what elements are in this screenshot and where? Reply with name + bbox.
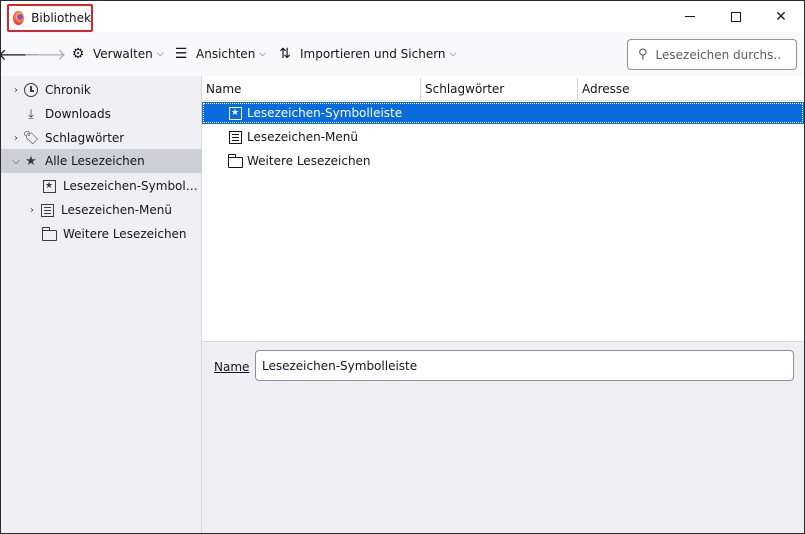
sidebar-item-label: Weitere Lesezeichen xyxy=(63,227,187,241)
views-menu-button[interactable]: ☰ Ansichten ⌵ xyxy=(172,43,266,65)
chevron-right-icon[interactable]: › xyxy=(25,205,39,216)
sidebar-item-label: Alle Lesezeichen xyxy=(45,154,145,168)
sidebar-item-bookmarks-menu[interactable]: › Lesezeichen-Menü xyxy=(1,198,202,222)
table-row[interactable]: Lesezeichen-Menü xyxy=(202,126,804,148)
bookmark-list: Name Schlagwörter Adresse ★ Lesezeichen-… xyxy=(202,76,804,341)
name-field[interactable] xyxy=(255,350,794,381)
details-pane: Name xyxy=(202,341,804,533)
search-icon: ⚲ xyxy=(638,47,648,62)
minimize-icon xyxy=(685,16,695,17)
sidebar-item-all-bookmarks[interactable]: ⌵ ★ Alle Lesezeichen xyxy=(1,149,202,173)
sidebar-item-bookmarks-toolbar[interactable]: ★ Lesezeichen-Symbolleiste xyxy=(1,174,202,198)
chevron-down-icon: ⌵ xyxy=(156,49,164,59)
row-name: Weitere Lesezeichen xyxy=(247,154,371,168)
sidebar-item-label: Lesezeichen-Menü xyxy=(61,203,172,217)
arrow-right-icon: 🡒 xyxy=(23,45,67,64)
star-icon: ★ xyxy=(25,153,37,169)
minimize-button[interactable] xyxy=(667,1,713,32)
tag-icon: 🏷 xyxy=(22,130,40,146)
search-input[interactable] xyxy=(655,47,781,62)
chevron-down-icon: ⌵ xyxy=(259,49,267,59)
bookmark-menu-icon xyxy=(39,202,55,218)
manage-label: Verwalten xyxy=(93,47,153,61)
bookmark-toolbar-icon: ★ xyxy=(41,178,57,194)
window-title: Bibliothek xyxy=(31,11,91,25)
name-field-label: Name xyxy=(214,360,249,374)
sidebar-item-tags[interactable]: › 🏷 Schlagwörter xyxy=(1,126,202,150)
chevron-right-icon[interactable]: › xyxy=(9,85,23,96)
sidebar-item-label: Chronik xyxy=(45,83,91,97)
views-label: Ansichten xyxy=(196,47,256,61)
sidebar-item-label: Schlagwörter xyxy=(45,131,125,145)
close-button[interactable]: ✕ xyxy=(758,1,804,32)
column-header-tags[interactable]: Schlagwörter xyxy=(421,78,578,100)
window-title-highlight: Bibliothek xyxy=(7,4,93,32)
row-name: Lesezeichen-Symbolleiste xyxy=(247,106,403,120)
gear-icon: ⚙ xyxy=(71,46,85,62)
name-label-text: Name xyxy=(214,360,250,374)
close-icon: ✕ xyxy=(775,8,787,25)
bookmark-menu-icon xyxy=(227,129,243,145)
bookmark-search-box[interactable]: ⚲ xyxy=(627,39,797,70)
folder-icon xyxy=(41,226,57,242)
row-name: Lesezeichen-Menü xyxy=(247,130,358,144)
table-row[interactable]: ★ Lesezeichen-Symbolleiste xyxy=(202,102,804,124)
sidebar-item-label: Lesezeichen-Symbolleiste xyxy=(63,179,201,193)
import-label: Importieren und Sichern xyxy=(300,47,446,61)
maximize-icon xyxy=(731,11,741,22)
chevron-right-icon[interactable]: › xyxy=(9,133,23,144)
import-export-arrows-icon: ⇅ xyxy=(279,46,291,62)
forward-button[interactable]: 🡒 xyxy=(24,43,67,65)
library-sidebar: › Chronik ⤓ Downloads › 🏷 Schlagwörter ⌵… xyxy=(1,76,202,533)
column-header-address[interactable]: Adresse xyxy=(578,78,804,100)
library-window: Bibliothek ✕ 🡐 🡒 ⚙ Verwalten ⌵ ☰ Ansicht… xyxy=(0,0,805,534)
folder-icon xyxy=(227,153,243,169)
manage-menu-button[interactable]: ⚙ Verwalten ⌵ xyxy=(69,43,164,65)
sidebar-item-downloads[interactable]: ⤓ Downloads xyxy=(1,102,202,126)
list-view-icon: ☰ xyxy=(174,46,188,62)
sidebar-item-label: Downloads xyxy=(45,107,111,121)
bookmark-toolbar-icon: ★ xyxy=(227,105,243,121)
title-bar: Bibliothek ✕ xyxy=(1,1,804,32)
maximize-button[interactable] xyxy=(713,1,759,32)
chevron-down-icon: ⌵ xyxy=(449,49,457,59)
firefox-logo-icon xyxy=(13,11,25,25)
column-header-name[interactable]: Name xyxy=(202,78,421,100)
sidebar-item-history[interactable]: › Chronik xyxy=(1,78,202,102)
header-divider xyxy=(202,100,804,101)
download-icon: ⤓ xyxy=(28,106,34,122)
clock-icon xyxy=(23,82,39,98)
sidebar-item-other-bookmarks[interactable]: Weitere Lesezeichen xyxy=(1,222,202,246)
table-row[interactable]: Weitere Lesezeichen xyxy=(202,150,804,172)
chevron-down-icon[interactable]: ⌵ xyxy=(9,156,23,167)
import-backup-menu-button[interactable]: ⇅ Importieren und Sichern ⌵ xyxy=(276,43,456,65)
